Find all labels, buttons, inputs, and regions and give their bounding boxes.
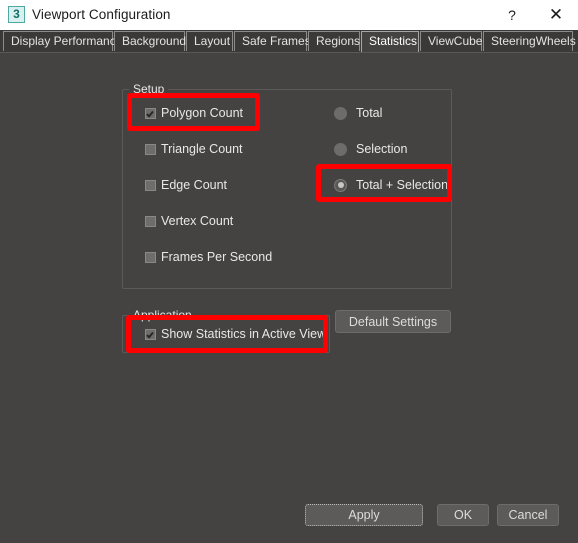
tab-display-performance[interactable]: Display Performance (3, 31, 122, 51)
checkbox-indicator (145, 215, 156, 227)
checkbox-indicator (145, 328, 156, 340)
checkbox-label: Show Statistics in Active View (161, 327, 327, 341)
checkbox-edge-count[interactable]: Edge Count (145, 177, 227, 193)
tab-regions[interactable]: Regions (308, 31, 360, 51)
checkbox-indicator (145, 251, 156, 263)
radio-total[interactable]: Total (334, 105, 382, 121)
checkbox-indicator (145, 143, 156, 155)
tab-statistics[interactable]: Statistics (361, 31, 419, 52)
apply-label: Apply (348, 508, 380, 522)
window-title: Viewport Configuration (32, 7, 171, 22)
tab-steeringwheels[interactable]: SteeringWheels (483, 31, 576, 51)
viewport-configuration-dialog: 3 Viewport Configuration ? ✕ Display Per… (0, 0, 578, 543)
ok-button[interactable]: OK (437, 504, 489, 526)
tab-layout[interactable]: Layout (186, 31, 233, 51)
radio-indicator (334, 142, 347, 156)
tab-bar: Display Performance Background Layout Safe … (0, 30, 578, 53)
default-settings-button[interactable]: Default Settings (335, 310, 451, 333)
tab-background[interactable]: Background (114, 31, 186, 51)
radio-label: Selection (356, 142, 408, 156)
app-3dsmax-icon: 3 (8, 6, 25, 23)
checkbox-polygon-count[interactable]: Polygon Count (145, 105, 243, 121)
close-icon[interactable]: ✕ (538, 0, 574, 30)
checkbox-vertex-count[interactable]: Vertex Count (145, 213, 233, 229)
checkbox-indicator (145, 179, 156, 191)
checkbox-label: Polygon Count (161, 106, 244, 120)
checkbox-label: Edge Count (161, 178, 228, 192)
cancel-button[interactable]: Cancel (497, 504, 559, 526)
radio-indicator (334, 106, 347, 120)
checkbox-label: Vertex Count (161, 214, 234, 228)
checkbox-indicator (145, 107, 156, 119)
setup-group-title: Setup (129, 82, 169, 96)
application-group-title: Application (129, 308, 196, 322)
cancel-label: Cancel (508, 508, 548, 522)
title-bar: 3 Viewport Configuration ? ✕ (0, 0, 578, 31)
radio-label: Total (356, 106, 383, 120)
radio-total-selection[interactable]: Total + Selection (334, 177, 448, 193)
checkbox-label: Frames Per Second (161, 250, 273, 264)
ok-label: OK (453, 508, 473, 522)
tab-viewcube[interactable]: ViewCube (420, 31, 482, 51)
radio-indicator (334, 178, 347, 192)
apply-button[interactable]: Apply (305, 504, 423, 526)
default-settings-label: Default Settings (348, 314, 438, 329)
checkbox-label: Triangle Count (161, 142, 243, 156)
checkbox-frames-per-second[interactable]: Frames Per Second (145, 249, 272, 265)
tab-safe-frames[interactable]: Safe Frames (234, 31, 311, 51)
radio-label: Total + Selection (356, 178, 449, 192)
checkbox-show-statistics-in-active-view[interactable]: Show Statistics in Active View (145, 326, 326, 342)
help-icon[interactable]: ? (494, 0, 530, 30)
radio-selection[interactable]: Selection (334, 141, 407, 157)
checkbox-triangle-count[interactable]: Triangle Count (145, 141, 243, 157)
